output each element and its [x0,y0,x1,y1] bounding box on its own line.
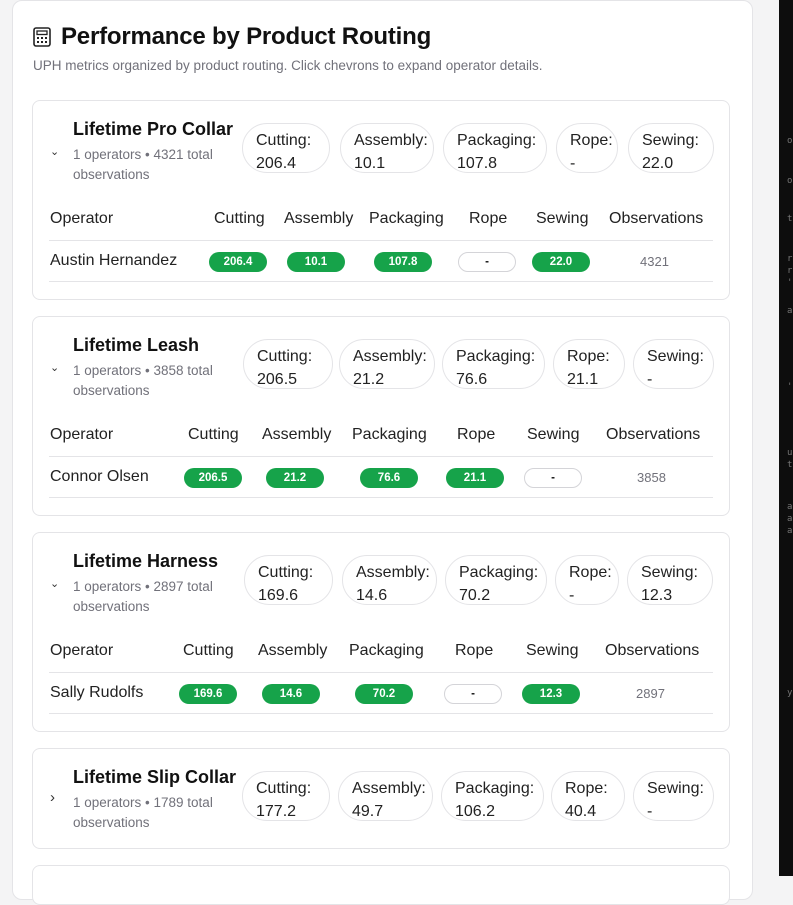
metric-pill-cutting: Cutting: 177.2 [242,771,330,821]
column-header-cutting: Cutting [214,210,265,227]
column-header-assembly: Assembly [262,426,332,443]
page-title: Performance by Product Routing [61,23,432,50]
uph-badge-assembly: 10.1 [287,252,345,272]
uph-badge-cutting: 169.6 [179,684,237,704]
product-name: Lifetime Harness [73,551,219,571]
header-divider [49,672,713,673]
column-header-rope: Rope [469,210,508,227]
row-divider [49,497,713,498]
metric-pill-cutting: Cutting: 169.6 [244,555,333,605]
uph-badge-packaging: 70.2 [355,684,413,704]
metric-pill-packaging: Packaging: 70.2 [445,555,547,605]
operator-name: Austin Hernandez [50,252,178,269]
metric-pill-cutting: Cutting: 206.4 [242,123,330,173]
metric-pill-assembly: Assembly: 14.6 [342,555,437,605]
product-name: Lifetime Pro Collar [73,119,234,139]
column-header-observations: Observations [609,210,704,227]
chevron-down-icon[interactable]: ⌄ [50,145,59,158]
column-header-packaging: Packaging [369,210,444,227]
chevron-down-icon[interactable]: ⌄ [50,577,59,590]
uph-badge-packaging: 76.6 [360,468,418,488]
uph-badge-rope: 21.1 [446,468,504,488]
group-title-block: Lifetime Harness 1 operators • 2897 tota… [73,551,243,617]
routing-group-lifetime-harness: ⌄ Lifetime Harness 1 operators • 2897 to… [32,532,730,732]
product-meta: 1 operators • 1789 total observations [73,795,213,830]
uph-badge-rope: - [458,252,516,272]
uph-badge-sewing: 12.3 [522,684,580,704]
product-meta: 1 operators • 2897 total observations [73,579,213,614]
column-header-operator: Operator [50,642,114,659]
routing-group-next [32,865,730,905]
panel-header: Performance by Product Routing [33,23,431,51]
metric-pill-sewing: Sewing: 12.3 [627,555,713,605]
row-divider [49,281,713,282]
routing-group-lifetime-leash: ⌄ Lifetime Leash 1 operators • 3858 tota… [32,316,730,516]
column-header-sewing: Sewing [526,642,579,659]
observations-count: 2897 [636,686,665,701]
column-header-operator: Operator [50,426,114,443]
column-header-assembly: Assembly [258,642,328,659]
operator-name: Sally Rudolfs [50,684,144,701]
group-title-block: Lifetime Leash 1 operators • 3858 total … [73,335,243,401]
metric-pill-rope: Rope: 21.1 [553,339,625,389]
uph-badge-assembly: 14.6 [262,684,320,704]
observations-count: 4321 [640,254,669,269]
row-divider [49,713,713,714]
metric-pill-rope: Rope: - [556,123,618,173]
column-header-observations: Observations [605,642,700,659]
column-header-operator: Operator [50,210,114,227]
uph-badge-sewing: - [524,468,582,488]
group-title-block: Lifetime Slip Collar 1 operators • 1789 … [73,767,243,833]
column-header-rope: Rope [455,642,494,659]
metric-pill-sewing: Sewing: 22.0 [628,123,714,173]
header-divider [49,240,713,241]
column-header-assembly: Assembly [284,210,354,227]
metric-pill-assembly: Assembly: 49.7 [338,771,433,821]
metric-pill-assembly: Assembly: 10.1 [340,123,434,173]
column-header-cutting: Cutting [183,642,234,659]
metric-pill-rope: Rope: 40.4 [551,771,625,821]
product-name: Lifetime Leash [73,335,200,355]
observations-count: 3858 [637,470,666,485]
chevron-down-icon[interactable]: ⌄ [50,361,59,374]
uph-badge-assembly: 21.2 [266,468,324,488]
calculator-icon [33,27,51,47]
uph-badge-cutting: 206.4 [209,252,267,272]
product-name: Lifetime Slip Collar [73,767,237,787]
chevron-right-icon[interactable]: › [50,789,55,806]
column-header-observations: Observations [606,426,701,443]
background-code-window: o o t r r ' a ' u t a a a y [779,0,793,876]
column-header-packaging: Packaging [349,642,424,659]
uph-badge-rope: - [444,684,502,704]
routing-group-lifetime-pro-collar: ⌄ Lifetime Pro Collar 1 operators • 4321… [32,100,730,300]
routing-group-lifetime-slip-collar: › Lifetime Slip Collar 1 operators • 178… [32,748,730,849]
product-meta: 1 operators • 4321 total observations [73,147,213,182]
group-title-block: Lifetime Pro Collar 1 operators • 4321 t… [73,119,243,185]
metric-pill-packaging: Packaging: 106.2 [441,771,544,821]
product-meta: 1 operators • 3858 total observations [73,363,213,398]
column-header-sewing: Sewing [536,210,589,227]
header-divider [49,456,713,457]
operator-name: Connor Olsen [50,468,149,485]
metric-pill-packaging: Packaging: 107.8 [443,123,547,173]
column-header-sewing: Sewing [527,426,580,443]
column-header-packaging: Packaging [352,426,427,443]
page-subtitle: UPH metrics organized by product routing… [33,58,543,73]
uph-badge-cutting: 206.5 [184,468,242,488]
performance-panel: Performance by Product Routing UPH metri… [12,0,753,905]
metric-pill-sewing: Sewing: - [633,339,714,389]
metric-pill-packaging: Packaging: 76.6 [442,339,545,389]
column-header-rope: Rope [457,426,496,443]
metric-pill-sewing: Sewing: - [633,771,714,821]
metric-pill-rope: Rope: - [555,555,619,605]
column-header-cutting: Cutting [188,426,239,443]
uph-badge-packaging: 107.8 [374,252,432,272]
metric-pill-assembly: Assembly: 21.2 [339,339,435,389]
metric-pill-cutting: Cutting: 206.5 [243,339,333,389]
uph-badge-sewing: 22.0 [532,252,590,272]
